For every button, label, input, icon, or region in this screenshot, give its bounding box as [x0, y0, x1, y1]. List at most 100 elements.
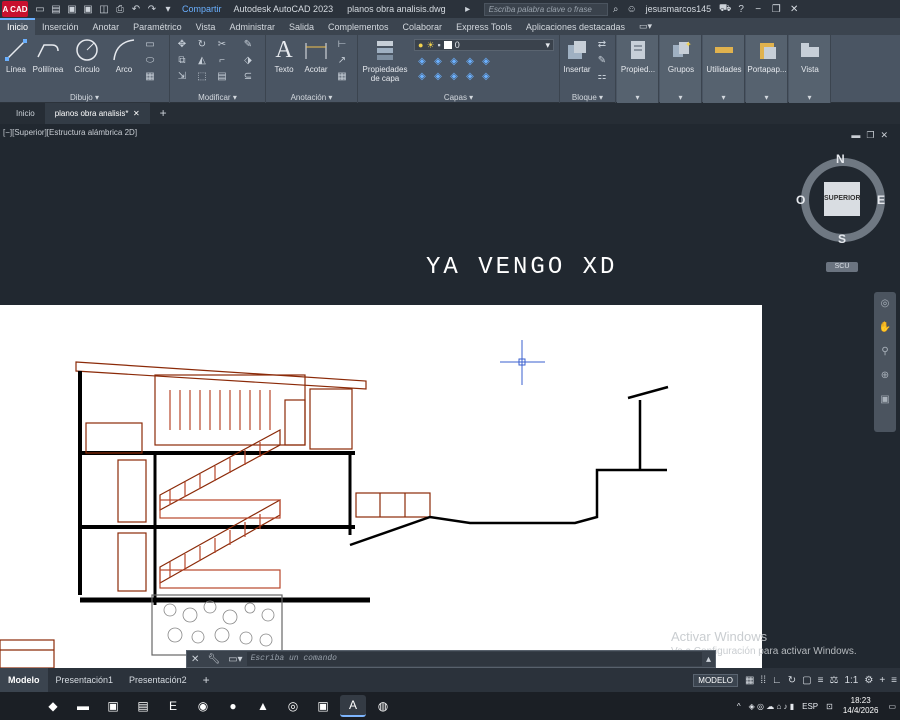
layer-tool-9-icon[interactable]: ◈ [464, 71, 476, 83]
showmotion-icon[interactable]: ▣ [876, 394, 894, 412]
line-button[interactable]: Línea [3, 37, 29, 74]
move-icon[interactable]: ✥ [176, 39, 188, 51]
brave-icon[interactable]: ▲ [250, 695, 276, 717]
layer-tool-1-icon[interactable]: ◈ [416, 56, 428, 68]
wrench-icon[interactable]: 🔧︎ [207, 654, 220, 665]
layer-tool-4-icon[interactable]: ◈ [464, 56, 476, 68]
tab-parametrico[interactable]: Paramétrico [126, 20, 189, 35]
dimension-button[interactable]: Acotar [300, 37, 332, 74]
compass-west[interactable]: O [796, 193, 805, 207]
layer-tool-5-icon[interactable]: ◈ [480, 56, 492, 68]
tab-aplicaciones-destacadas[interactable]: Aplicaciones destacadas [519, 20, 632, 35]
close-tab-icon[interactable]: ✕ [133, 109, 140, 118]
redo-icon[interactable]: ↷ [145, 2, 159, 16]
app-red-icon[interactable]: ● [220, 695, 246, 717]
customize-icon[interactable]: ≡ [891, 675, 897, 686]
mirror-icon[interactable]: ◭ [196, 55, 208, 67]
layer-tool-2-icon[interactable]: ◈ [432, 56, 444, 68]
cart-icon[interactable]: ⛟ [718, 2, 732, 16]
circle-button[interactable]: Círculo [70, 37, 104, 74]
ortho-icon[interactable]: ∟ [772, 675, 782, 686]
tab-anotar[interactable]: Anotar [86, 20, 127, 35]
restore-button[interactable]: ❐ [767, 4, 785, 15]
close-button[interactable]: ✕ [785, 4, 803, 15]
undo-icon[interactable]: ↶ [129, 2, 143, 16]
chrome-icon[interactable]: ◎ [280, 695, 306, 717]
file-tab-inicio[interactable]: Inicio [6, 103, 45, 124]
layout-tab-modelo[interactable]: Modelo [0, 668, 48, 692]
layout-tab-presentacion1[interactable]: Presentación1 [48, 668, 122, 692]
language-indicator[interactable]: ESP [802, 702, 818, 711]
stretch-icon[interactable]: ⇲ [176, 71, 188, 83]
print-icon[interactable]: ⎙ [113, 2, 127, 16]
add-layout-icon[interactable]: + [195, 668, 218, 692]
insert-button[interactable]: Insertar [562, 37, 592, 74]
tab-administrar[interactable]: Administrar [222, 20, 282, 35]
epic-games-icon[interactable]: E [160, 695, 186, 717]
scale-value[interactable]: 1:1 [844, 675, 858, 686]
steering-wheel-icon[interactable]: ◎ [876, 298, 894, 316]
drawing-sheet[interactable] [0, 305, 762, 669]
layer-tool-3-icon[interactable]: ◈ [448, 56, 460, 68]
layer-dropdown[interactable]: ● ☀ ▪ 0 ▾ [414, 39, 554, 51]
tab-inicio[interactable]: Inicio [0, 18, 36, 35]
leader-icon[interactable]: ⊢ [336, 39, 348, 51]
gradient-icon[interactable]: ▦ [144, 71, 156, 83]
panel-capas-title[interactable]: Capas ▾ [358, 93, 559, 102]
chevron-up-icon[interactable]: ▴ [706, 654, 711, 665]
search-icon[interactable]: ⌕ [609, 2, 623, 16]
share-button[interactable]: Compartir [182, 4, 222, 14]
grid-icon[interactable]: ▦ [745, 675, 754, 686]
app-record-icon[interactable]: ◍ [370, 695, 396, 717]
layer-tool-8-icon[interactable]: ◈ [448, 71, 460, 83]
tray-chevron-icon[interactable]: ^ [737, 702, 741, 711]
open-file-icon[interactable]: ▤ [49, 2, 63, 16]
lineweight-icon[interactable]: ≡ [818, 675, 824, 686]
panel-portapapeles[interactable]: Portapap... ▾ [746, 35, 788, 103]
command-prompt-icon[interactable]: ▭▾ [228, 654, 242, 665]
rotate-icon[interactable]: ↻ [196, 39, 208, 51]
new-tab-icon[interactable]: + [150, 103, 177, 124]
layer-properties-button[interactable]: Propiedades de capa [360, 37, 410, 83]
layout-tab-presentacion2[interactable]: Presentación2 [121, 668, 195, 692]
layer-tool-10-icon[interactable]: ◈ [480, 71, 492, 83]
tab-salida[interactable]: Salida [282, 20, 321, 35]
compass-north[interactable]: N [836, 152, 845, 166]
annotation-icon[interactable]: ⚖ [829, 675, 838, 686]
arc-button[interactable]: Arco [110, 37, 138, 74]
file-explorer-icon[interactable]: ▬ [70, 695, 96, 717]
new-file-icon[interactable]: ▭ [33, 2, 47, 16]
osnap-icon[interactable]: ▢ [802, 675, 811, 686]
web-icon[interactable]: ◫ [97, 2, 111, 16]
autocad-logo[interactable]: A CAD [2, 1, 28, 17]
command-input[interactable]: Escriba un comando [246, 652, 702, 666]
viewcube-top-face[interactable]: SUPERIOR [824, 182, 861, 216]
compass-south[interactable]: S [838, 232, 846, 246]
model-space-button[interactable]: MODELO [693, 673, 738, 687]
orbit-icon[interactable]: ⊕ [876, 370, 894, 388]
user-name[interactable]: jesusmarcos145 [646, 4, 712, 14]
viewport-window-controls[interactable]: ▬❐✕ [851, 130, 894, 141]
tab-colaborar[interactable]: Colaborar [396, 20, 450, 35]
app-green-icon[interactable]: ▣ [310, 695, 336, 717]
rectangle-icon[interactable]: ▭ [144, 39, 156, 51]
network-icon[interactable]: ⊡ [826, 702, 833, 711]
copilot-icon[interactable]: ◆ [40, 695, 66, 717]
tab-insercion[interactable]: Inserción [35, 20, 86, 35]
polyline-button[interactable]: Polilínea [30, 37, 66, 74]
settings-icon[interactable]: ⚙ [864, 675, 873, 686]
text-button[interactable]: A Texto [270, 37, 298, 75]
zoom-icon[interactable]: ⚲ [876, 346, 894, 364]
autocad-taskbar-icon[interactable]: A [340, 695, 366, 717]
save-as-icon[interactable]: ▣ [81, 2, 95, 16]
close-icon[interactable]: ✕ [191, 654, 199, 665]
polar-icon[interactable]: ↻ [788, 675, 796, 686]
user-icon[interactable]: ☺ [625, 2, 639, 16]
viewcube[interactable]: N S E O SUPERIOR [796, 152, 888, 246]
panel-propiedades[interactable]: Propied... ▾ [617, 35, 659, 103]
photos-icon[interactable]: ▤ [130, 695, 156, 717]
pan-icon[interactable]: ✋ [876, 322, 894, 340]
offset-icon[interactable]: ⊆ [242, 71, 254, 83]
help-icon[interactable]: ? [734, 2, 748, 16]
customize-icon[interactable]: ▾ [161, 2, 175, 16]
